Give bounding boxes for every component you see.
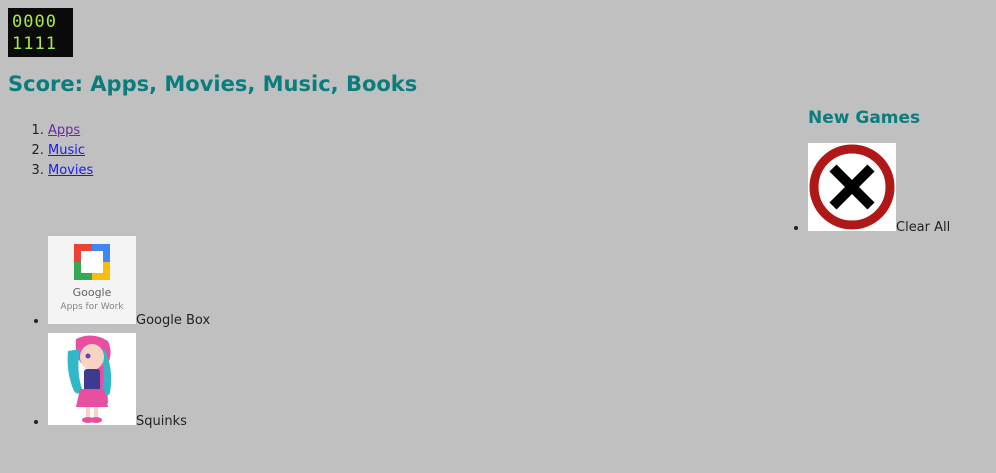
sidebar-list: Clear All xyxy=(768,143,950,236)
clear-all-item[interactable]: Clear All xyxy=(808,143,950,236)
nav-link-movies[interactable]: Movies xyxy=(48,163,93,178)
thumb-caption-google: Google xyxy=(73,286,112,299)
page-title: Score: Apps, Movies, Music, Books xyxy=(8,72,418,96)
site-logo: 0000 1111 xyxy=(8,8,73,57)
logo-line-1: 0000 xyxy=(12,12,57,32)
new-games-title: New Games xyxy=(808,108,921,128)
logo-line-2: 1111 xyxy=(12,34,57,54)
games-list: Google Apps for Work Google Box Squinks xyxy=(8,236,210,434)
thumb-caption-apps: Apps for Work xyxy=(60,302,124,312)
game-label-squinks[interactable]: Squinks xyxy=(136,414,187,429)
nav-item-music: Music xyxy=(48,141,93,161)
nav-list: Apps Music Movies xyxy=(8,121,93,181)
game-item-google-box[interactable]: Google Apps for Work Google Box xyxy=(48,236,210,329)
nav-item-movies: Movies xyxy=(48,161,93,181)
game-item-squinks[interactable]: Squinks xyxy=(48,333,210,430)
nav-item-apps: Apps xyxy=(48,121,93,141)
squinks-character-thumbnail[interactable] xyxy=(48,333,136,425)
google-apps-thumbnail[interactable]: Google Apps for Work xyxy=(48,236,136,324)
close-circle-icon[interactable] xyxy=(808,143,896,231)
nav-link-music[interactable]: Music xyxy=(48,143,85,158)
nav-link-apps[interactable]: Apps xyxy=(48,123,80,138)
game-label-google-box[interactable]: Google Box xyxy=(136,313,210,328)
clear-all-label[interactable]: Clear All xyxy=(896,220,950,235)
